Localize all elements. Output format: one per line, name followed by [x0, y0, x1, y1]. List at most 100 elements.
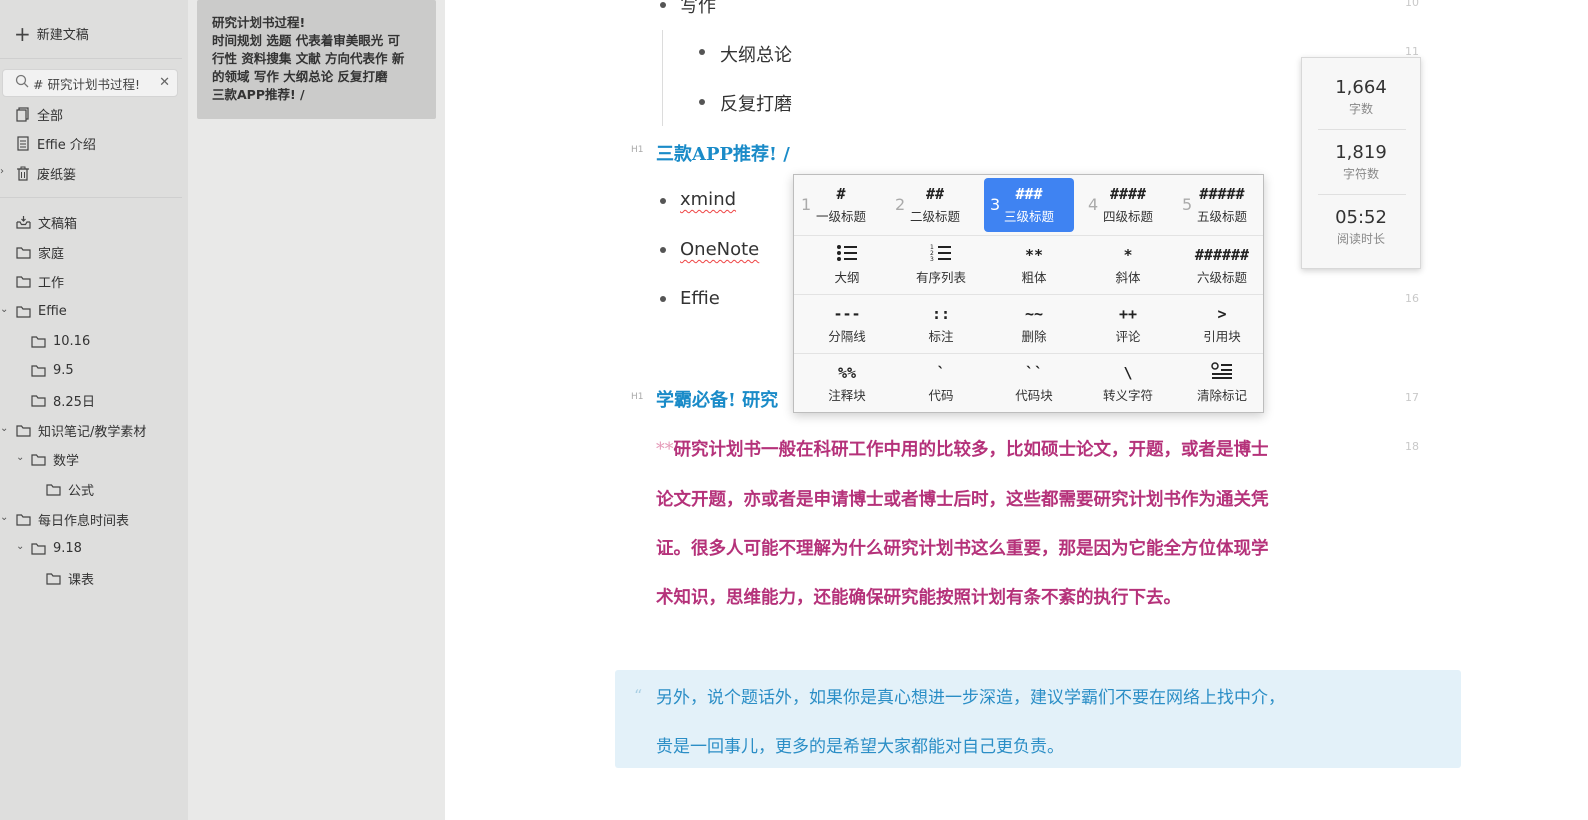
char-count-value: 1,819 [1335, 142, 1387, 163]
heading5-option[interactable]: 5 ##### 五级标题 [1175, 175, 1269, 234]
sidebar-item-9-18[interactable]: 9.18 [31, 537, 82, 559]
search-value: # 研究计划书过程! [33, 76, 140, 92]
option-label: 大纲 [834, 270, 860, 285]
chevron-right-icon[interactable]: › [0, 166, 4, 177]
blockquote-option[interactable]: > 引用块 [1175, 295, 1269, 354]
list-item[interactable]: xmind [680, 189, 736, 210]
divider-option[interactable]: --- 分隔线 [800, 295, 894, 354]
new-document-button[interactable]: + 新建文稿 [14, 21, 89, 46]
sidebar-item-8-25[interactable]: 8.25日 [31, 389, 95, 411]
list-item[interactable]: 写作 [680, 0, 716, 18]
line-number: 17 [1405, 391, 1419, 404]
option-symbol: ++ [1118, 305, 1138, 323]
list-bullet [699, 99, 705, 105]
heading1-option[interactable]: 1 # 一级标题 [794, 175, 888, 234]
plus-icon: + [14, 21, 31, 46]
outline-option[interactable]: 大纲 [800, 236, 894, 295]
sidebar-item-label: 每日作息时间表 [38, 513, 130, 529]
sidebar-item-10-16[interactable]: 10.16 [31, 330, 90, 352]
paragraph-line[interactable]: 论文开题，亦或者是申请博士或者博士后时，这些都需要研究计划书作为通关凭 [656, 486, 1356, 511]
document-card[interactable]: 研究计划书过程! 时间规划 选题 代表着审美眼光 可 行性 资料搜集 文献 方向… [197, 0, 436, 119]
chevron-down-icon[interactable]: ⌄ [16, 541, 24, 552]
heading-study[interactable]: 学霸必备! 研究 [656, 386, 778, 412]
chevron-down-icon[interactable]: ⌄ [0, 304, 8, 315]
heading4-option[interactable]: 4 #### 四级标题 [1081, 175, 1175, 234]
heading2-option[interactable]: 2 ## 二级标题 [888, 175, 982, 234]
paragraph-text: 研究计划书一般在科研工作中用的比较多，比如硕士论文，开题，或者是博士 [673, 440, 1269, 460]
sidebar-item-effie[interactable]: Effie [16, 300, 67, 322]
chevron-down-icon[interactable]: ⌄ [0, 423, 8, 434]
escape-option[interactable]: \ 转义字符 [1081, 354, 1175, 413]
sidebar-item-inbox[interactable]: 文稿箱 [16, 211, 77, 233]
sidebar-item-trash[interactable]: 废纸篓 [16, 162, 76, 184]
list-item[interactable]: Effie [680, 288, 720, 309]
comment-option[interactable]: ++ 评论 [1081, 295, 1175, 354]
chevron-down-icon[interactable]: ⌄ [16, 452, 24, 463]
folder-icon [46, 483, 61, 496]
clear-format-option[interactable]: 清除标记 [1175, 354, 1269, 413]
option-symbol: ## [925, 185, 945, 203]
folder-icon [31, 542, 46, 555]
quote-mark-icon: “ [634, 686, 643, 705]
option-label: 清除标记 [1196, 388, 1247, 403]
option-symbol: * [1123, 246, 1133, 264]
paragraph-line[interactable]: 术知识，思维能力，还能确保研究能按照计划有条不紊的执行下去。 [656, 584, 1356, 609]
heading6-option[interactable]: ###### 六级标题 [1175, 236, 1269, 295]
search-input[interactable]: # 研究计划书过程! ✕ [2, 69, 178, 97]
comment-block-option[interactable]: %% 注释块 [800, 354, 894, 413]
sidebar-item-math[interactable]: 数学 [31, 448, 79, 470]
sidebar-item-label: Effie [38, 303, 67, 319]
option-symbol: --- [833, 305, 861, 323]
sidebar-item-9-5[interactable]: 9.5 [31, 359, 74, 381]
heading-marker: H1 [631, 392, 644, 402]
sidebar-item-work[interactable]: 工作 [16, 270, 64, 292]
option-label: 五级标题 [1196, 209, 1247, 224]
bold-marker: ** [656, 440, 674, 460]
format-popup: 1 # 一级标题 2 ## 二级标题 3 ### 三级标题 4 #### 四级标… [793, 174, 1264, 413]
sidebar-item-family[interactable]: 家庭 [16, 241, 64, 263]
reading-time-value: 05:52 [1335, 207, 1387, 228]
list-item[interactable]: 大纲总论 [720, 41, 792, 67]
sidebar-item-timetable[interactable]: 课表 [46, 567, 94, 589]
sidebar-item-all[interactable]: 全部 [16, 103, 63, 125]
paragraph-line[interactable]: 证。很多人可能不理解为什么研究计划书这么重要，那是因为它能全方位体现学 [656, 535, 1356, 560]
strikethrough-option[interactable]: ~~ 删除 [987, 295, 1081, 354]
bold-option[interactable]: ** 粗体 [987, 236, 1081, 295]
quote-line[interactable]: 另外，说个题话外，如果你是真心想进一步深造，建议学霸们不要在网络上找中介， [656, 683, 1285, 708]
italic-option[interactable]: * 斜体 [1081, 236, 1175, 295]
option-label: 斜体 [1115, 270, 1141, 285]
list-item[interactable]: OneNote [680, 239, 759, 260]
option-label: 六级标题 [1196, 270, 1247, 285]
paragraph-line[interactable]: **研究计划书一般在科研工作中用的比较多，比如硕士论文，开题，或者是博士 [656, 436, 1356, 461]
heading3-option[interactable]: 3 ### 三级标题 [984, 178, 1074, 232]
sidebar-item-knowledge[interactable]: 知识笔记/教学素材 [16, 419, 146, 441]
document-list: 研究计划书过程! 时间规划 选题 代表着审美眼光 可 行性 资料搜集 文献 方向… [188, 0, 445, 820]
list-item[interactable]: 反复打磨 [720, 90, 792, 116]
folder-icon [16, 305, 31, 318]
folder-icon [16, 513, 31, 526]
clear-format-icon [1211, 362, 1232, 379]
ordered-list-option[interactable]: 123 有序列表 [894, 236, 988, 295]
numbered-list-icon: 123 [930, 244, 951, 262]
chevron-down-icon[interactable]: ⌄ [0, 512, 8, 523]
highlight-option[interactable]: :: 标注 [894, 295, 988, 354]
option-label: 三级标题 [1003, 209, 1054, 224]
heading-marker: H1 [631, 145, 644, 155]
sidebar-item-schedule[interactable]: 每日作息时间表 [16, 508, 129, 530]
document-card-line: 的领域 写作 大纲总论 反复打磨 [212, 69, 388, 84]
sidebar-divider [0, 197, 182, 198]
option-label: 转义字符 [1102, 388, 1153, 403]
option-symbol: # [836, 185, 846, 203]
inline-code-option[interactable]: ` 代码 [894, 354, 988, 413]
code-block-option[interactable]: `` 代码块 [987, 354, 1081, 413]
sidebar-item-effie-intro[interactable]: Effie 介绍 [16, 132, 96, 154]
option-label: 注释块 [828, 388, 866, 403]
sidebar-item-label: 废纸篓 [37, 167, 77, 183]
clear-search-icon[interactable]: ✕ [159, 75, 170, 90]
option-symbol: > [1217, 305, 1227, 323]
new-document-label: 新建文稿 [36, 28, 89, 43]
heading-apps[interactable]: 三款APP推荐! / [656, 140, 790, 166]
option-symbol: ** [1024, 246, 1044, 264]
quote-line[interactable]: 贵是一回事儿，更多的是希望大家都能对自己更负责。 [656, 732, 1064, 757]
sidebar-item-formula[interactable]: 公式 [46, 478, 94, 500]
